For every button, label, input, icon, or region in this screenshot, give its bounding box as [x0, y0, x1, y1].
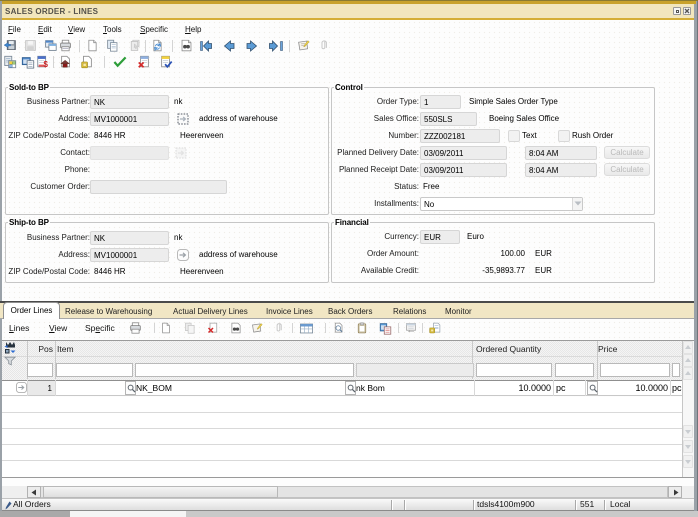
svg-text:$: $	[43, 60, 48, 69]
